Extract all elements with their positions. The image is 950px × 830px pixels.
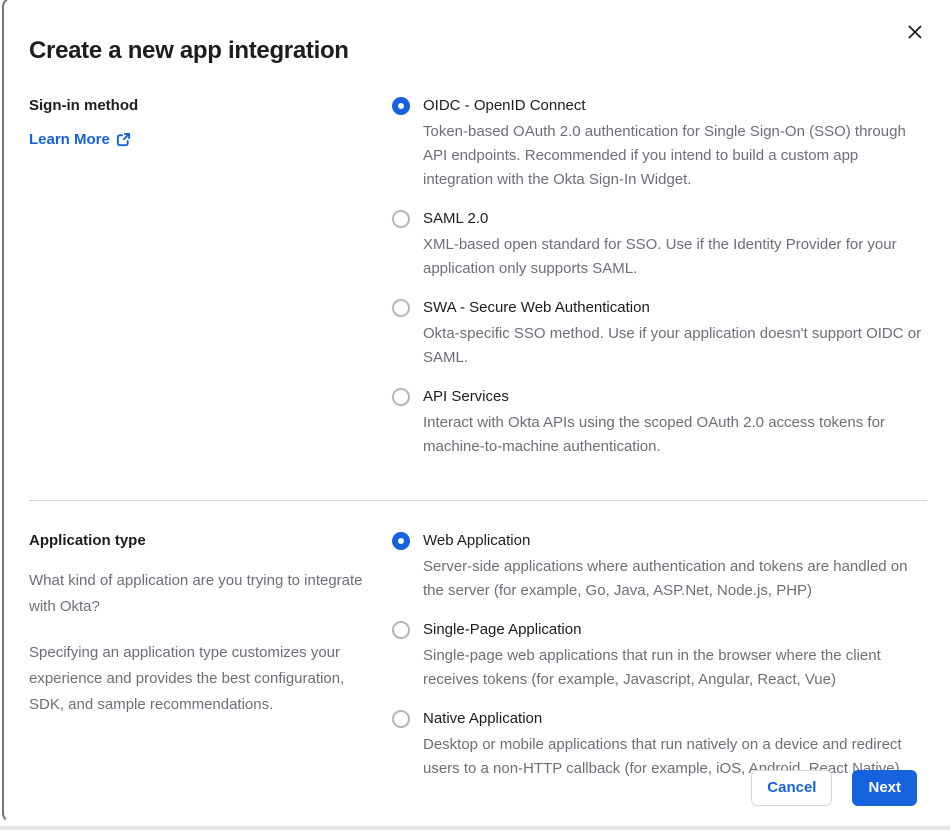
option-label-native-application: Native Application [423, 710, 543, 727]
option-label-oidc: OIDC - OpenID Connect [423, 97, 586, 114]
radio-swa[interactable] [392, 299, 410, 317]
application-type-question: What kind of application are you trying … [29, 572, 363, 615]
radio-saml[interactable] [392, 210, 410, 228]
learn-more-link[interactable]: Learn More [29, 131, 131, 148]
create-app-integration-dialog: Create a new app integration Sign-in met… [2, 0, 950, 823]
application-type-left-column: Application type What kind of applicatio… [29, 531, 369, 781]
signin-method-section: Sign-in method Learn More OIDC - OpenID … [29, 96, 928, 459]
radio-single-page-application[interactable] [392, 621, 410, 639]
option-label-web-application: Web Application [423, 532, 531, 549]
option-desc-web-application: Server-side applications where authentic… [423, 558, 908, 599]
option-label-swa: SWA - Secure Web Authentication [423, 299, 650, 316]
page-title: Create a new app integration [29, 37, 349, 64]
dialog-footer: Cancel Next [0, 770, 950, 806]
option-label-saml: SAML 2.0 [423, 210, 489, 227]
close-icon[interactable] [906, 23, 924, 41]
signin-method-left-column: Sign-in method Learn More [29, 96, 369, 459]
option-label-api-services: API Services [423, 388, 509, 405]
application-type-note: Specifying an application type customize… [29, 644, 345, 713]
radio-option-saml[interactable]: SAML 2.0 XML-based open standard for SSO… [392, 209, 928, 281]
option-desc-single-page-application: Single-page web applications that run in… [423, 647, 881, 688]
radio-option-single-page-application[interactable]: Single-Page Application Single-page web … [392, 620, 928, 692]
radio-option-api-services[interactable]: API Services Interact with Okta APIs usi… [392, 387, 928, 459]
radio-web-application[interactable] [392, 532, 410, 550]
option-desc-saml: XML-based open standard for SSO. Use if … [423, 236, 897, 277]
application-type-section: Application type What kind of applicatio… [29, 531, 928, 781]
radio-option-swa[interactable]: SWA - Secure Web Authentication Okta-spe… [392, 298, 928, 370]
cancel-button[interactable]: Cancel [751, 770, 833, 806]
external-link-icon [116, 132, 131, 147]
radio-native-application[interactable] [392, 710, 410, 728]
radio-oidc[interactable] [392, 97, 410, 115]
page-background-strip [0, 826, 950, 830]
option-desc-oidc: Token-based OAuth 2.0 authentication for… [423, 123, 906, 188]
radio-option-web-application[interactable]: Web Application Server-side applications… [392, 531, 928, 603]
option-label-single-page-application: Single-Page Application [423, 621, 582, 638]
learn-more-label: Learn More [29, 131, 110, 148]
option-desc-api-services: Interact with Okta APIs using the scoped… [423, 414, 885, 455]
radio-option-oidc[interactable]: OIDC - OpenID Connect Token-based OAuth … [392, 96, 928, 192]
application-type-heading: Application type [29, 532, 146, 549]
signin-method-heading: Sign-in method [29, 97, 139, 114]
section-divider [29, 500, 927, 501]
signin-method-options: OIDC - OpenID Connect Token-based OAuth … [392, 96, 928, 459]
option-desc-swa: Okta-specific SSO method. Use if your ap… [423, 325, 922, 366]
application-type-options: Web Application Server-side applications… [392, 531, 928, 781]
next-button[interactable]: Next [852, 770, 917, 806]
radio-api-services[interactable] [392, 388, 410, 406]
